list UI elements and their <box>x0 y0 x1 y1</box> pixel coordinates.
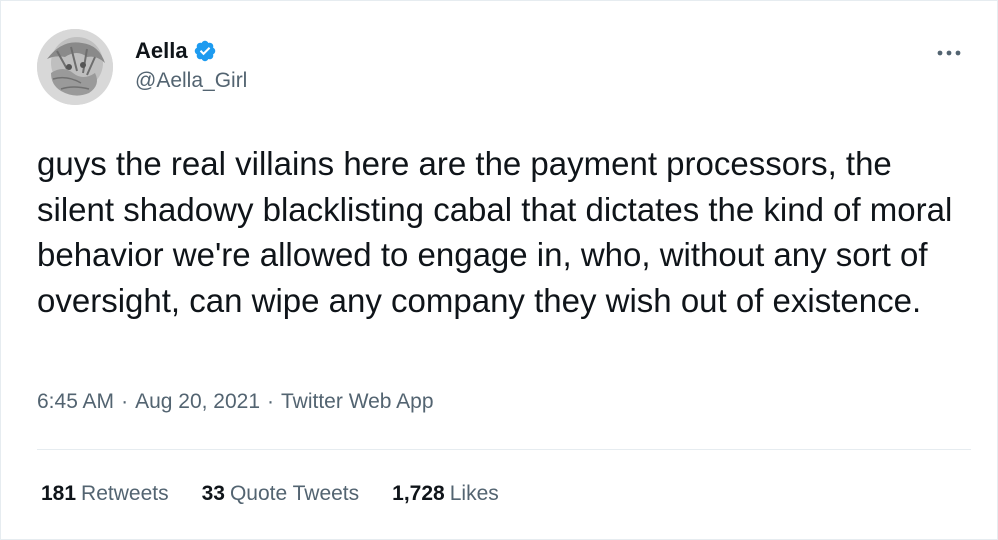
tweet-stats: 181 Retweets 33 Quote Tweets 1,728 Likes <box>41 482 532 506</box>
display-name-row: Aella <box>135 37 247 65</box>
author-names: Aella @Aella_Girl <box>135 37 247 93</box>
author-handle[interactable]: @Aella_Girl <box>135 69 247 93</box>
tweet-meta: 6:45 AM · Aug 20, 2021 · Twitter Web App <box>37 390 434 414</box>
quote-tweets-count: 33 <box>201 482 225 505</box>
tweet-card: Aella @Aella_Girl guys the real villains… <box>0 0 998 540</box>
tweet-header: Aella @Aella_Girl <box>37 29 973 105</box>
tweet-date[interactable]: Aug 20, 2021 <box>135 390 260 414</box>
avatar-image <box>37 29 113 105</box>
likes-label: Likes <box>449 482 499 505</box>
likes-stat[interactable]: 1,728 Likes <box>392 482 499 506</box>
tweet-time[interactable]: 6:45 AM <box>37 390 114 414</box>
quote-tweets-stat[interactable]: 33 Quote Tweets <box>202 482 360 506</box>
display-name[interactable]: Aella <box>135 38 188 64</box>
avatar[interactable] <box>37 29 113 105</box>
retweets-count: 181 <box>41 482 77 505</box>
meta-separator: · <box>121 390 129 413</box>
retweets-stat[interactable]: 181 Retweets <box>41 482 169 506</box>
tweet-text: guys the real villains here are the paym… <box>37 145 953 319</box>
more-options-icon[interactable] <box>935 43 963 63</box>
retweets-label: Retweets <box>81 482 169 505</box>
divider <box>37 449 971 450</box>
likes-count: 1,728 <box>392 482 445 505</box>
verified-badge-icon <box>193 39 217 63</box>
tweet-source[interactable]: Twitter Web App <box>281 390 434 414</box>
meta-separator: · <box>267 390 275 413</box>
quote-tweets-label: Quote Tweets <box>229 482 360 505</box>
